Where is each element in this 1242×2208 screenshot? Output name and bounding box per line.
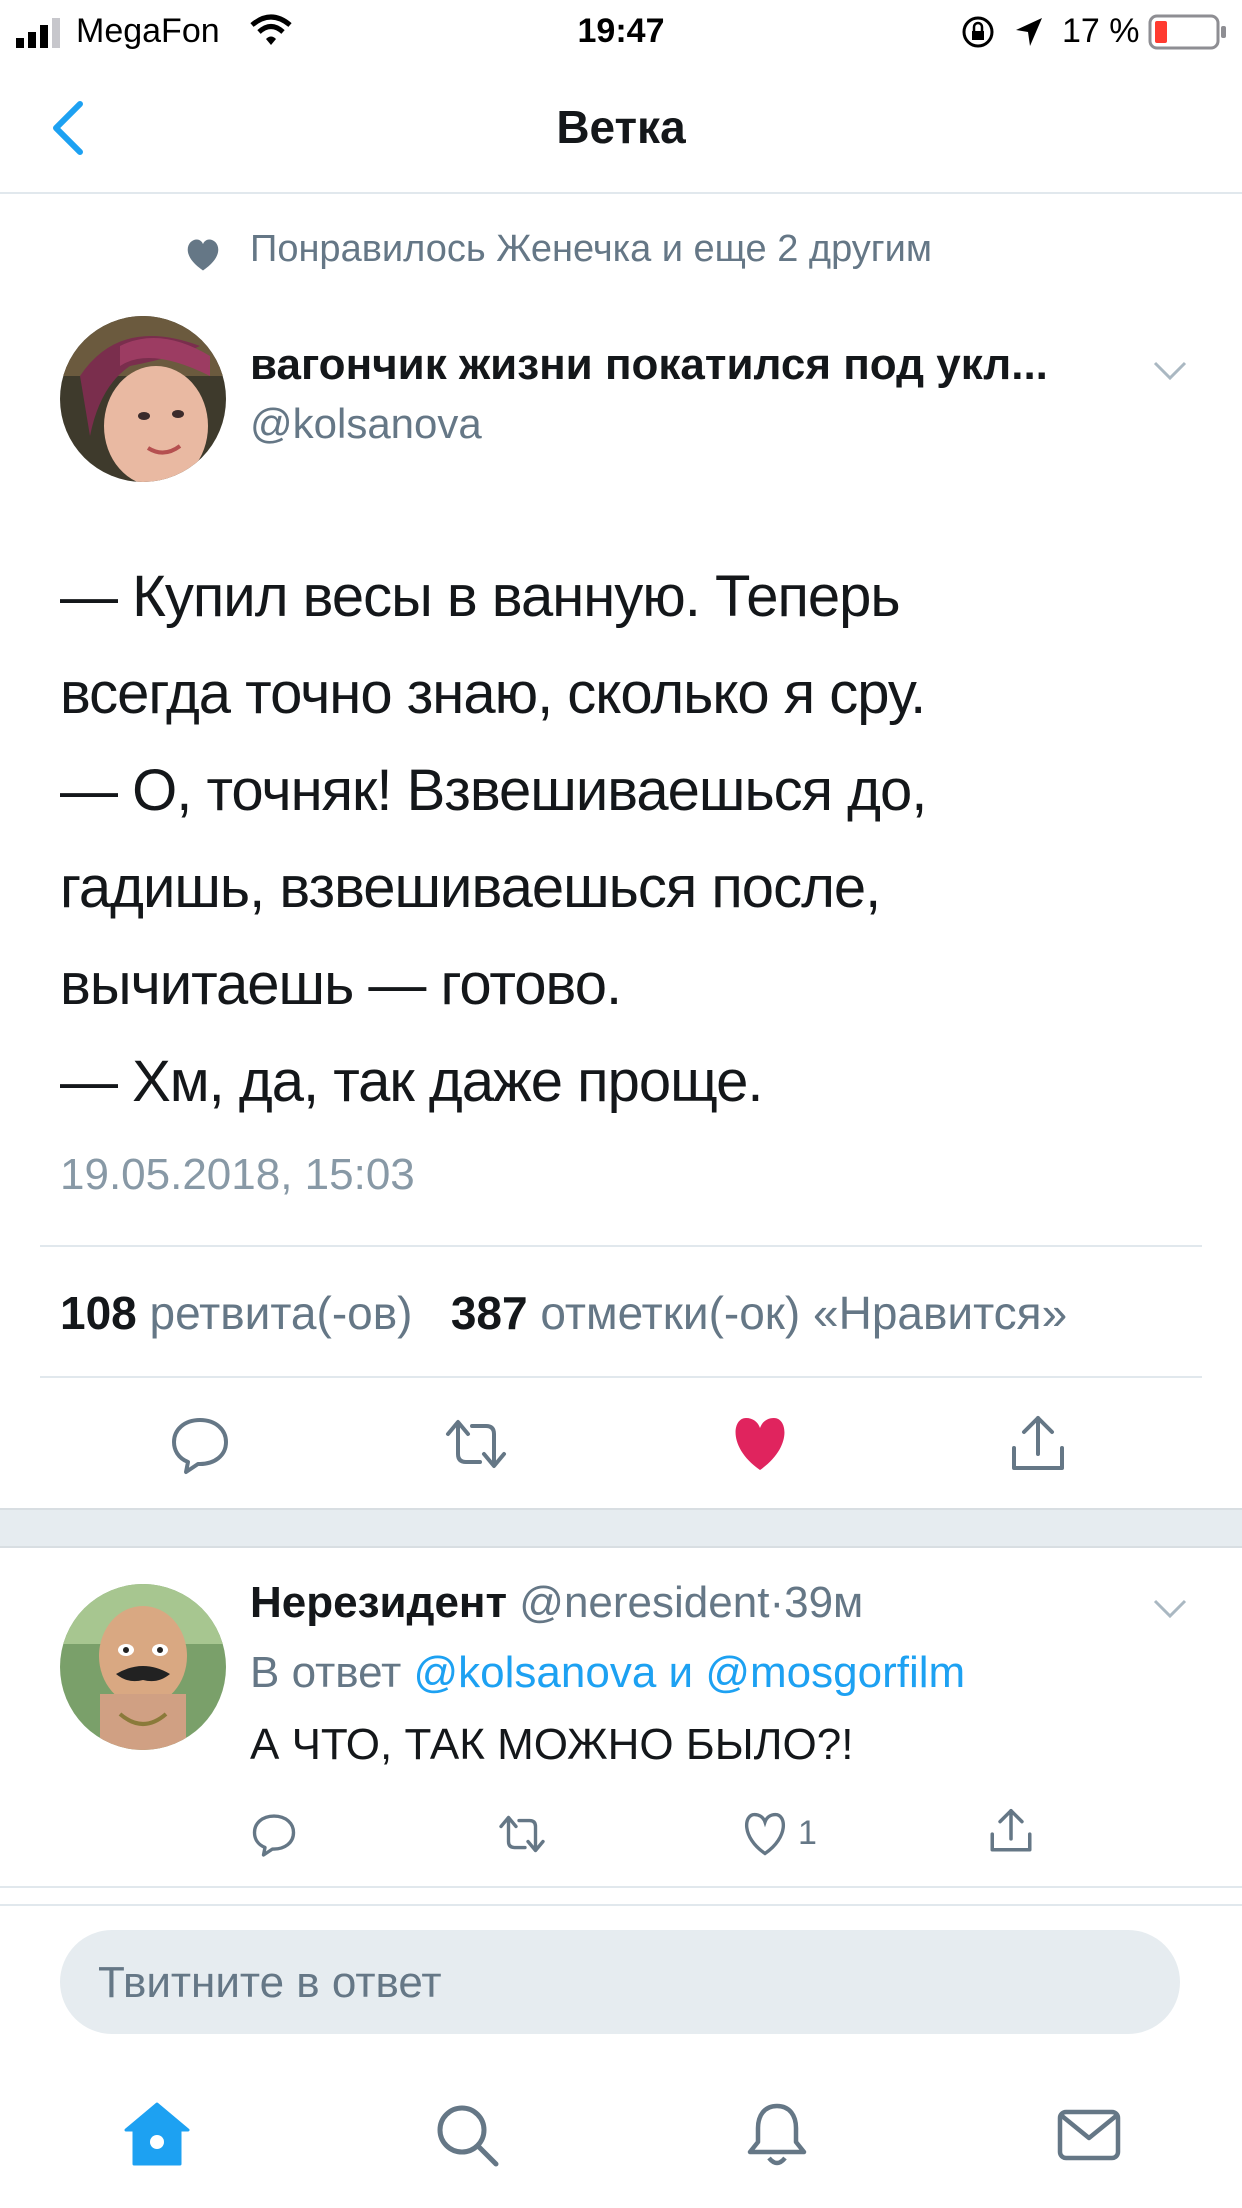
author-handle[interactable]: @kolsanova [250,400,482,448]
retweet-icon[interactable] [444,1412,508,1476]
reply-age: 39м [784,1578,864,1627]
battery-percent: 17 % [1062,12,1140,50]
orientation-lock-icon [962,16,994,48]
reply-text: А ЧТО, ТАК МОЖНО БЫЛО?! [250,1720,854,1769]
chevron-down-icon[interactable] [1152,360,1188,382]
reply-to-line: В ответ @kolsanova и @mosgorfilm [250,1648,965,1698]
divider [0,1904,1242,1906]
tweet-line: — Хм, да, так даже проще. [60,1049,764,1114]
chevron-down-icon[interactable] [1152,1598,1188,1620]
share-icon[interactable] [986,1806,1036,1856]
notifications-icon[interactable] [742,2100,812,2170]
tweet-text: — Купил весы в ванную. Теперь всегда точ… [60,548,1200,1130]
section-separator [0,1508,1242,1548]
tweet-line: всегда точно знаю, сколько я сру. [60,661,926,726]
reply-icon[interactable] [168,1412,232,1476]
author-name[interactable]: вагончик жизни покатился под укл... [250,340,1048,390]
retweet-icon[interactable] [494,1810,550,1858]
like-icon[interactable] [740,1810,790,1858]
divider [40,1376,1202,1378]
tweet-stats: 108 ретвита(-ов) 387 отметки(-ок) «Нрави… [60,1286,1067,1340]
social-context: Понравилось Женечка и еще 2 другим [250,228,932,270]
reply-user-link[interactable]: @kolsanova [414,1648,657,1697]
heart-small-icon [187,239,219,271]
likes-label[interactable]: отметки(-ок) «Нравится» [540,1287,1067,1339]
battery-icon [1148,14,1226,50]
search-icon[interactable] [432,2100,502,2170]
status-time: 19:47 [577,12,665,50]
status-bar: MegaFon 19:47 17 % [0,0,1242,64]
divider [0,1886,1242,1888]
reply-separator: · [769,1578,785,1627]
author-avatar[interactable] [60,316,226,482]
tweet-timestamp: 19.05.2018, 15:03 [60,1150,415,1199]
retweets-label[interactable]: ретвита(-ов) [150,1287,413,1339]
reply-user-link[interactable]: @mosgorfilm [705,1648,965,1697]
reply-like-count: 1 [798,1814,817,1852]
reply-prefix: В ответ [250,1648,402,1697]
tweet-line: — О, точняк! Взвешиваешься до, [60,758,927,823]
tweet-line: вычитаешь — готово. [60,952,622,1017]
tweet-line: — Купил весы в ванную. Теперь [60,564,901,629]
compose-placeholder: Твитните в ответ [98,1958,442,2007]
reply-author-name[interactable]: Нерезидент [250,1578,507,1627]
reply-avatar[interactable] [60,1584,226,1750]
reply-and: и [668,1648,694,1697]
reply-author-handle[interactable]: @neresident [519,1578,769,1627]
tweet-line: гадишь, взвешиваешься после, [60,855,881,920]
home-icon[interactable] [122,2100,192,2170]
reply-icon[interactable] [250,1810,298,1858]
location-icon [1016,18,1042,46]
messages-icon[interactable] [1054,2100,1124,2170]
page-title: Ветка [556,101,686,153]
reply-compose-field[interactable]: Твитните в ответ [60,1930,1180,2034]
retweets-count[interactable]: 108 [60,1287,137,1339]
likes-count[interactable]: 387 [451,1287,528,1339]
navigation-bar: Ветка [0,64,1242,194]
like-filled-icon[interactable] [728,1412,792,1476]
divider [40,1245,1202,1247]
share-icon[interactable] [1006,1412,1070,1476]
reply-header: Нерезидент @neresident·39м [250,1578,863,1628]
